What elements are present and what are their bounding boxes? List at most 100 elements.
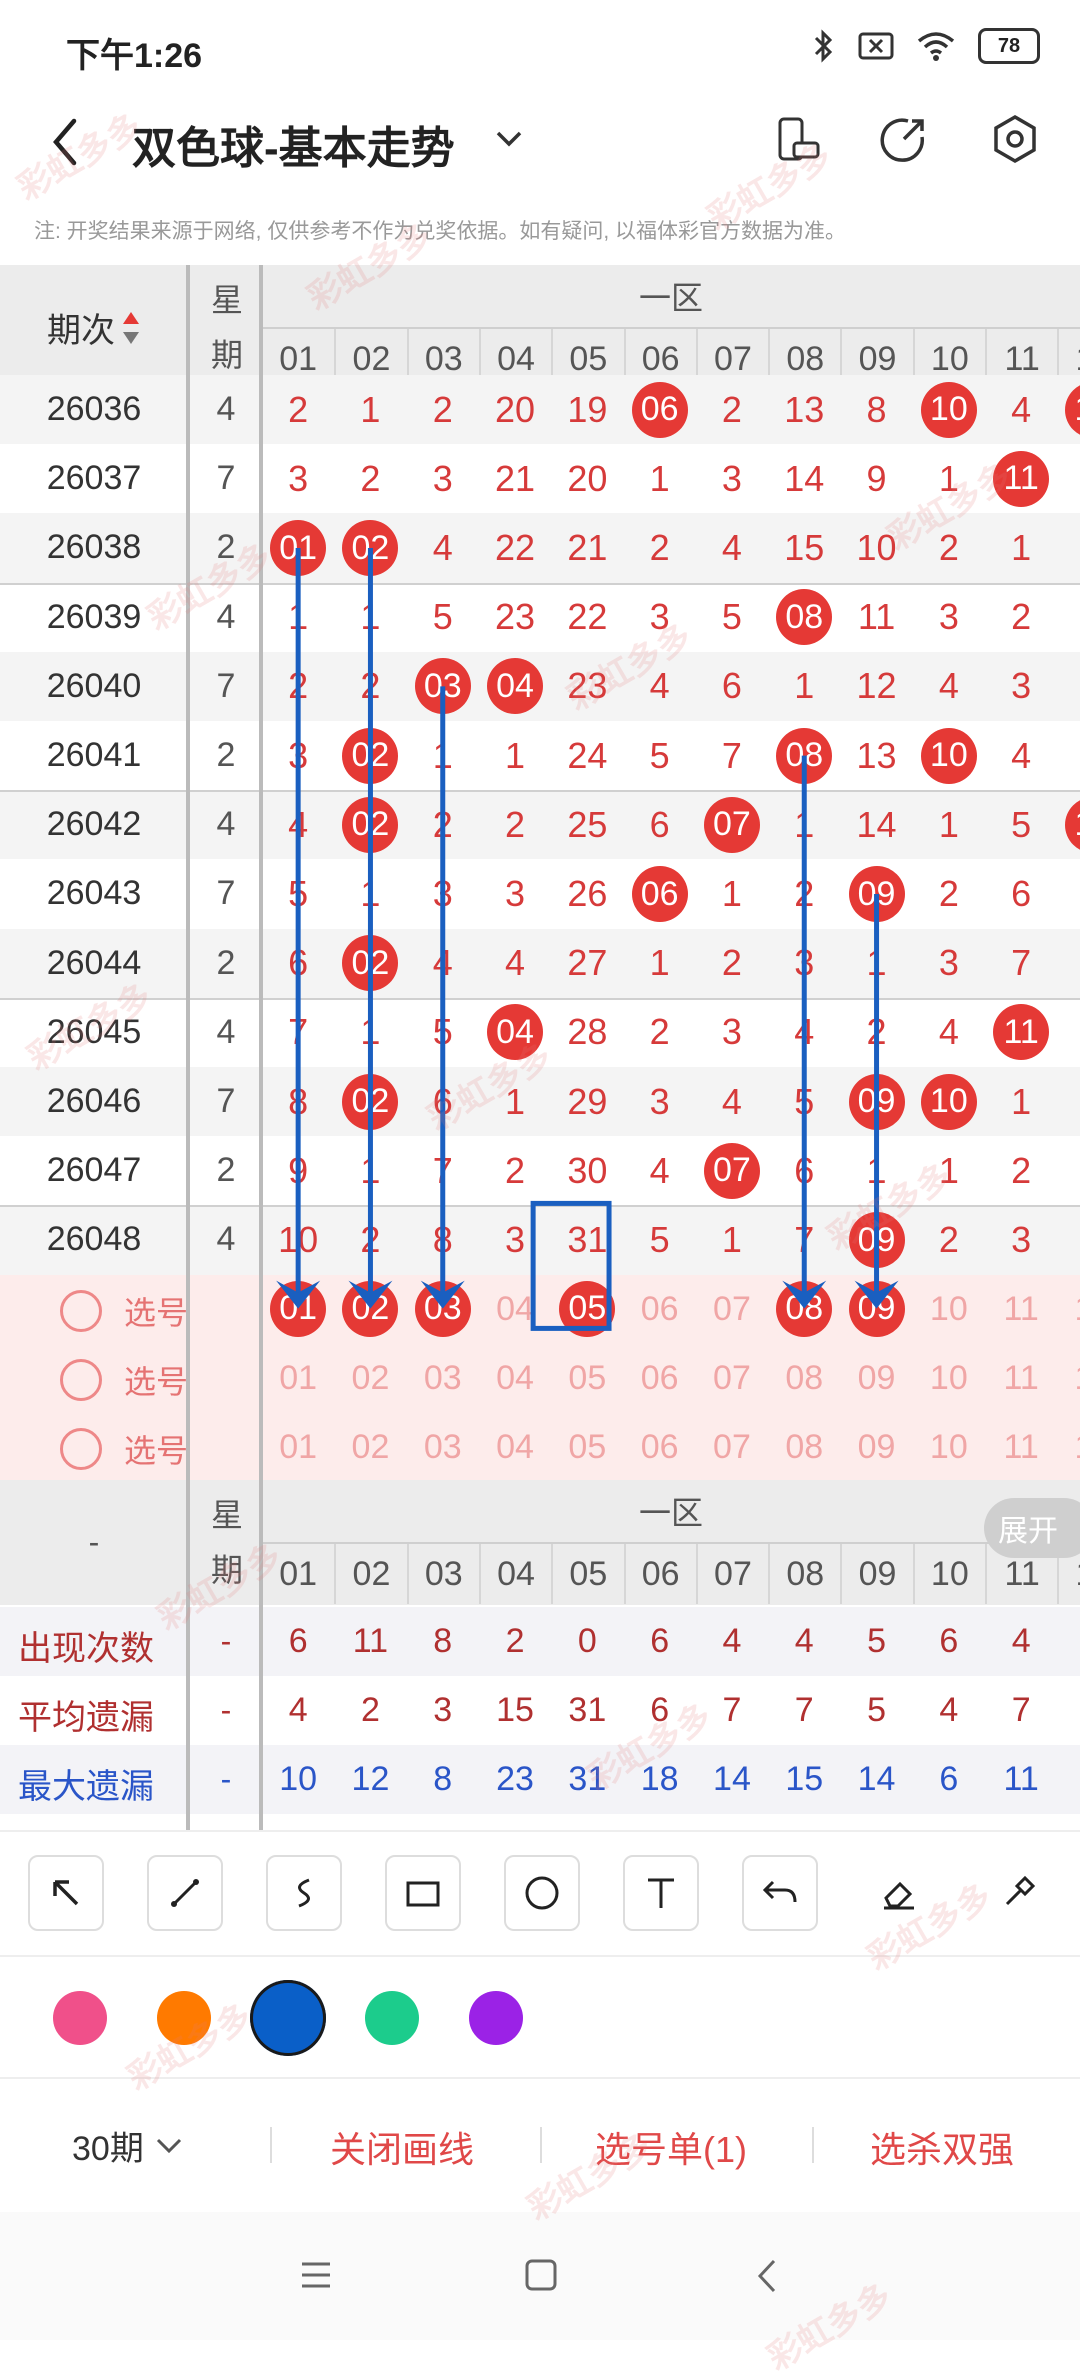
stats-number-header-cell: 05 <box>551 1544 623 1604</box>
stats-row-label: 出现次数 <box>18 1630 154 1668</box>
stats-value: 4 <box>722 1622 742 1660</box>
stats-value: 3 <box>433 1691 453 1729</box>
stats-value: 23 <box>496 1760 534 1798</box>
stats-value: 10 <box>279 1760 318 1798</box>
home-icon[interactable] <box>524 2258 558 2292</box>
stats-value: 7 <box>1011 1691 1031 1729</box>
close-draw-button[interactable]: 关闭画线 <box>330 2121 474 2173</box>
stats-value: 4 <box>794 1622 814 1660</box>
draw-toolbar <box>0 1830 1080 1957</box>
brush-tool-icon <box>1005 1875 1036 1906</box>
drawn-rectangle[interactable] <box>530 1200 612 1331</box>
stats-value: 6 <box>939 1622 959 1660</box>
color-swatch[interactable] <box>157 1991 211 2045</box>
stats-value: 8 <box>433 1622 453 1660</box>
stats-value: 4 <box>288 1691 308 1729</box>
bottom-bar: 30期 关闭画线 选号单(1) 选杀双强 <box>0 2077 1080 2214</box>
bluetooth-icon <box>814 29 833 63</box>
text-tool-icon <box>648 1878 674 1908</box>
battery-icon: 78 <box>978 28 1040 64</box>
color-swatch[interactable] <box>250 1980 326 2056</box>
stats-dash: - <box>220 1761 232 1797</box>
settings-icon[interactable] <box>990 113 1040 165</box>
rect-tool-button[interactable] <box>385 1855 461 1931</box>
divider <box>540 2127 542 2163</box>
stats-value: 0 <box>577 1622 597 1660</box>
pick-list-button[interactable]: 选号单(1) <box>595 2121 747 2173</box>
circle-tool-icon <box>525 1876 559 1910</box>
stats-value: 6 <box>650 1622 670 1660</box>
undo-tool-icon <box>762 1880 797 1903</box>
stats-value: 31 <box>568 1691 607 1729</box>
status-icons: 78 <box>812 28 1040 64</box>
period-select[interactable]: 30期 <box>72 2121 184 2170</box>
text-tool-button[interactable] <box>623 1855 699 1931</box>
stats-value: 14 <box>857 1760 896 1798</box>
stats-value: 5 <box>867 1622 886 1660</box>
brush-tool-button[interactable] <box>980 1855 1056 1931</box>
wifi-icon <box>917 32 955 61</box>
stats-value: 18 <box>640 1760 679 1798</box>
status-bar: 下午1:26 78 <box>0 0 1080 95</box>
stats-value: 11 <box>352 1622 389 1660</box>
status-time: 下午1:26 <box>66 37 203 75</box>
stats-value: 15 <box>785 1760 824 1798</box>
share-icon[interactable] <box>880 115 928 163</box>
stats-value: 4 <box>1011 1622 1031 1660</box>
stats-week-header-1: 星 <box>210 1497 243 1533</box>
stats-value: 15 <box>496 1691 534 1729</box>
trend-table: 期次 星 期 一区 010203040506070809101112 26036… <box>0 265 1080 1480</box>
chevron-down-icon[interactable] <box>494 129 524 149</box>
color-swatch[interactable] <box>53 1991 107 2045</box>
eraser-tool-button[interactable] <box>861 1855 937 1931</box>
stats-row-label: 平均遗漏 <box>18 1699 154 1737</box>
column-divider <box>186 1480 190 1830</box>
stats-value: 5 <box>867 1691 886 1729</box>
divider <box>270 2127 272 2163</box>
stats-value: 8 <box>433 1760 453 1798</box>
nav-back-icon[interactable] <box>756 2258 778 2294</box>
stats-value: 6 <box>288 1622 308 1660</box>
page-title[interactable]: 双色球-基本走势 <box>132 112 455 176</box>
chevron-down-icon <box>156 2138 181 2153</box>
expand-button[interactable]: 展开 <box>984 1498 1080 1558</box>
color-palette <box>0 1955 1080 2079</box>
arrow-tool-icon <box>53 1880 79 1906</box>
sim-off-icon <box>858 32 894 60</box>
color-swatch[interactable] <box>365 1991 419 2045</box>
period-select-label: 30期 <box>72 2130 144 2168</box>
stats-number-header-cell: 03 <box>406 1544 479 1604</box>
menu-icon[interactable] <box>300 2260 332 2290</box>
stats-value: 14 <box>713 1760 751 1798</box>
stats-number-header-cell: 02 <box>334 1544 406 1604</box>
stats-value: 31 <box>568 1760 607 1798</box>
stats-number-header-cell: 09 <box>840 1544 912 1604</box>
line-tool-icon <box>171 1879 199 1907</box>
drawing-layer[interactable] <box>0 265 1080 1480</box>
stats-row-label: 最大遗漏 <box>18 1768 154 1806</box>
line-tool-button[interactable] <box>147 1855 223 1931</box>
stats-value: 6 <box>939 1760 959 1798</box>
system-nav-bar <box>0 2212 1080 2340</box>
curve-tool-icon <box>298 1878 310 1908</box>
arrow-tool-button[interactable] <box>28 1855 104 1931</box>
stats-value: 12 <box>351 1760 390 1798</box>
color-swatch[interactable] <box>469 1991 523 2045</box>
circle-tool-button[interactable] <box>504 1855 580 1931</box>
rect-tool-icon <box>406 1881 440 1907</box>
stats-value: 2 <box>505 1622 525 1660</box>
stats-value: 7 <box>794 1691 814 1729</box>
undo-tool-button[interactable] <box>742 1855 818 1931</box>
stats-dash: - <box>220 1692 232 1728</box>
stats-value: 6 <box>650 1691 670 1729</box>
column-divider <box>259 1480 263 1830</box>
stats-number-header-cell: 07 <box>695 1544 768 1604</box>
back-icon[interactable] <box>50 117 80 167</box>
landscape-icon[interactable] <box>774 115 822 163</box>
stats-zone-header: 一区 <box>638 1495 703 1531</box>
stats-number-header-cell: 10 <box>912 1544 985 1604</box>
stats-number-header-cell: 08 <box>768 1544 840 1604</box>
kill-button[interactable]: 选杀双强 <box>870 2121 1014 2173</box>
curve-tool-button[interactable] <box>266 1855 342 1931</box>
stats-week-header-2: 期 <box>210 1552 243 1588</box>
